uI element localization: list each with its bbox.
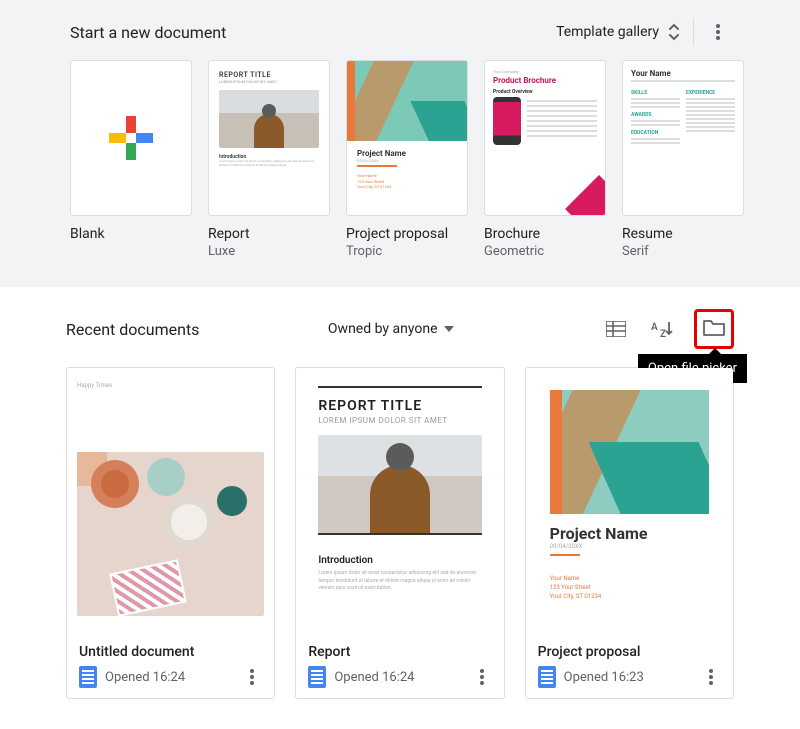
document-opened: Opened 16:24 [105,670,185,685]
template-brochure[interactable]: Your Company Product Brochure Product Ov… [484,60,606,259]
start-new-doc-label: Start a new document [70,23,226,42]
unfold-icon [667,23,681,41]
recent-documents-section: Recent documents Owned by anyone AZ Open… [0,287,800,729]
template-name: Report [208,226,330,242]
template-header-actions: Template gallery [556,18,730,46]
svg-text:A: A [651,322,658,333]
recent-view-controls: AZ Open file picker [602,309,734,349]
document-card[interactable]: REPORT TITLE LOREM IPSUM DOLOR SIT AMET … [295,367,504,699]
recent-title: Recent documents [66,320,199,339]
more-vert-icon [250,669,254,685]
divider [693,18,694,46]
more-vert-icon [709,669,713,685]
recent-header: Recent documents Owned by anyone AZ Open… [66,309,734,349]
template-name: Blank [70,226,192,242]
template-subname: Geometric [484,244,606,259]
template-subname: Serif [622,244,744,259]
more-vert-icon [716,24,720,40]
list-view-button[interactable] [602,315,630,343]
document-card[interactable]: Happy Times Untitled document Opened 16:… [66,367,275,699]
template-gallery-label: Template gallery [556,24,659,40]
document-opened: Opened 16:24 [334,670,414,685]
docs-file-icon [79,666,97,688]
document-grid: Happy Times Untitled document Opened 16:… [66,367,734,699]
docs-file-icon [538,666,556,688]
template-subname: Luxe [208,244,330,259]
template-brochure-thumb: Your Company Product Brochure Product Ov… [484,60,606,216]
template-project-proposal[interactable]: Project Name 09/04/20XX Your Name123 You… [346,60,468,259]
template-resume-thumb: Your Name SKILLS AWARDS EDUCATION EXPERI… [622,60,744,216]
document-thumb: Project Name 09/04/20XX Your Name123 You… [526,368,733,632]
template-resume[interactable]: Your Name SKILLS AWARDS EDUCATION EXPERI… [622,60,744,259]
document-more-button[interactable] [701,667,721,687]
template-blank-thumb [70,60,192,216]
document-more-button[interactable] [472,667,492,687]
more-vert-icon [480,669,484,685]
document-opened: Opened 16:23 [564,670,644,685]
docs-file-icon [308,666,326,688]
dropdown-icon [444,326,454,332]
open-file-picker-button[interactable]: Open file picker [694,309,734,349]
ownership-filter-label: Owned by anyone [328,321,438,337]
sort-az-icon: AZ [651,320,673,338]
ownership-filter[interactable]: Owned by anyone [328,321,454,337]
template-more-button[interactable] [706,20,730,44]
document-thumb: REPORT TITLE LOREM IPSUM DOLOR SIT AMET … [296,368,503,632]
template-header: Start a new document Template gallery [70,18,730,46]
template-name: Project proposal [346,226,468,242]
list-icon [606,321,626,337]
svg-text:Z: Z [660,329,666,338]
template-gallery-section: Start a new document Template gallery Bl… [0,0,800,287]
document-card[interactable]: Project Name 09/04/20XX Your Name123 You… [525,367,734,699]
sort-button[interactable]: AZ [648,315,676,343]
template-subname: Tropic [346,244,468,259]
template-proposal-thumb: Project Name 09/04/20XX Your Name123 You… [346,60,468,216]
document-title: Untitled document [79,644,262,660]
document-thumb: Happy Times [67,368,274,632]
plus-icon [109,116,153,160]
document-title: Report [308,644,491,660]
template-gallery-button[interactable]: Template gallery [556,23,681,41]
template-name: Resume [622,226,744,242]
template-name: Brochure [484,226,606,242]
template-report[interactable]: REPORT TITLE LOREM IPSUM DOLOR SIT AMET … [208,60,330,259]
template-blank[interactable]: Blank [70,60,192,259]
template-report-thumb: REPORT TITLE LOREM IPSUM DOLOR SIT AMET … [208,60,330,216]
folder-icon [703,318,725,336]
document-title: Project proposal [538,644,721,660]
template-row: Blank REPORT TITLE LOREM IPSUM DOLOR SIT… [70,60,730,259]
document-more-button[interactable] [242,667,262,687]
